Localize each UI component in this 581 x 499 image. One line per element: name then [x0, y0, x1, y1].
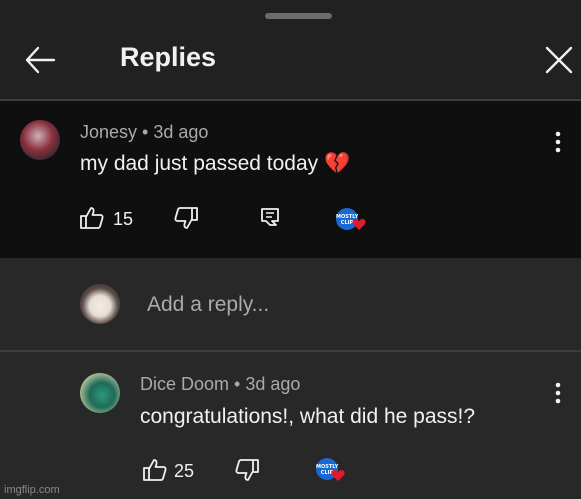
reply-text: congratulations!, what did he pass!?	[140, 405, 476, 428]
heart-icon	[352, 219, 366, 230]
close-icon[interactable]	[545, 46, 573, 74]
user-avatar	[80, 284, 120, 324]
reply-more-options-icon[interactable]	[553, 381, 563, 405]
back-arrow-icon[interactable]	[24, 46, 56, 74]
reply-dislike-icon[interactable]	[234, 458, 260, 482]
reply-author[interactable]: Dice Doom • 3d ago	[140, 374, 300, 395]
drag-handle[interactable]	[265, 13, 332, 19]
like-icon[interactable]	[79, 206, 105, 230]
reply-like-count: 25	[174, 461, 195, 481]
reply-icon[interactable]	[260, 207, 280, 227]
watermark: imgflip.com	[4, 484, 60, 496]
creator-heart-badge: MOSTLY CLIP	[336, 208, 366, 230]
avatar[interactable]	[20, 120, 60, 160]
page-title: Replies	[120, 42, 217, 72]
like-count: 15	[113, 209, 134, 229]
more-options-icon[interactable]	[553, 130, 563, 154]
comment-text: my dad just passed today 💔	[80, 152, 351, 175]
reply-divider	[0, 350, 581, 352]
reply-heart-icon	[331, 470, 345, 481]
comment-author[interactable]: Jonesy • 3d ago	[80, 122, 208, 143]
reply-creator-heart-badge: MOSTLY CLIP	[316, 458, 345, 481]
reply-avatar[interactable]	[80, 373, 120, 413]
reply-input[interactable]: Add a reply...	[147, 293, 269, 317]
reply-like-icon[interactable]	[142, 458, 168, 482]
dislike-icon[interactable]	[173, 206, 199, 230]
